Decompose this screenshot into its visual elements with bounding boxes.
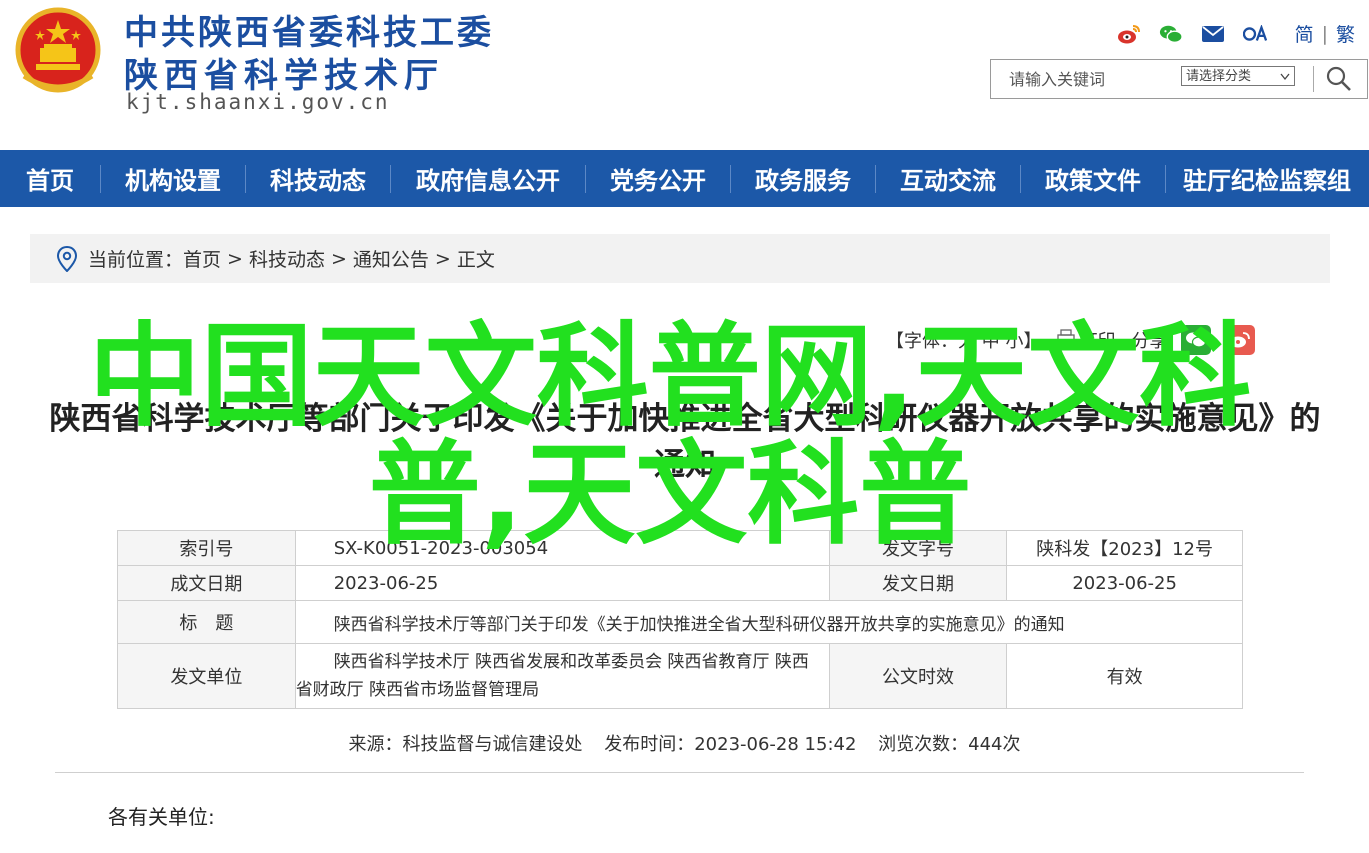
breadcrumb-notices[interactable]: 通知公告 xyxy=(353,245,429,272)
written-date-label: 成文日期 xyxy=(117,565,296,601)
share-label: 分享 xyxy=(1131,331,1168,352)
article-meta: 来源：科技监督与诚信建设处 发布时间：2023-06-28 15:42 浏览次数… xyxy=(0,730,1369,756)
location-pin-icon xyxy=(56,245,78,272)
search-divider xyxy=(1313,66,1314,92)
breadcrumb-current: 正文 xyxy=(456,249,495,271)
docno-label: 发文字号 xyxy=(828,530,1008,566)
table-row: 标 题 陕西省科学技术厅等部门关于印发《关于加快推进全省大型科研仪器开放共享的实… xyxy=(117,600,1244,644)
validity-value: 有效 xyxy=(1006,643,1243,709)
wechat-icon[interactable] xyxy=(1159,22,1183,46)
subject-label: 标 题 xyxy=(117,600,296,644)
chevron-down-icon xyxy=(1280,67,1290,94)
mail-icon[interactable] xyxy=(1201,22,1225,46)
breadcrumb-label: 当前位置： xyxy=(88,249,184,271)
breadcrumb-separator: > xyxy=(434,247,451,270)
article-title: 陕西省科学技术厅等部门关于印发《关于加快推进全省大型科研仪器开放共享的实施意见》… xyxy=(49,401,1321,483)
index-label: 索引号 xyxy=(117,530,296,566)
written-date-value: 2023-06-25 xyxy=(294,565,830,601)
nav-item-services[interactable]: 政务服务 xyxy=(731,161,875,196)
search-icon xyxy=(1326,66,1351,91)
article-view-count: 浏览次数：444次 xyxy=(878,734,1021,755)
main-nav: 首页 机构设置 科技动态 政府信息公开 党务公开 政务服务 互动交流 政策文件 … xyxy=(0,150,1369,207)
print-icon[interactable] xyxy=(1057,328,1076,352)
article-salutation: 各有关单位: xyxy=(108,805,215,829)
org-name-line1: 中共陕西省委科技工委 xyxy=(124,13,494,53)
content-divider xyxy=(55,772,1304,773)
article-source: 来源：科技监督与诚信建设处 xyxy=(348,734,583,755)
search-box: 请选择分类 xyxy=(990,59,1368,99)
breadcrumb-separator: > xyxy=(227,247,243,270)
issuer-value: 陕西省科学技术厅 陕西省发展和改革委员会 陕西省教育厅 陕西 省财政厅 陕西省市… xyxy=(294,643,830,709)
nav-item-home[interactable]: 首页 xyxy=(0,161,100,196)
nav-item-news[interactable]: 科技动态 xyxy=(246,161,390,196)
national-emblem-logo xyxy=(14,6,102,98)
table-row: 成文日期 2023-06-25 发文日期 2023-06-25 xyxy=(117,565,1243,601)
weibo-share-icon[interactable] xyxy=(1225,325,1256,355)
issued-date-value: 2023-06-25 xyxy=(1006,565,1243,601)
print-link[interactable]: 打印 xyxy=(1079,327,1115,353)
category-select-value: 请选择分类 xyxy=(1186,69,1252,84)
weibo-icon[interactable] xyxy=(1117,22,1141,46)
search-button[interactable] xyxy=(1323,64,1355,94)
lang-divider: | xyxy=(1321,22,1328,45)
breadcrumb: 当前位置： 首页 > 科技动态 > 通知公告 > 正文 xyxy=(30,234,1330,283)
index-value: SX-K0051-2023-003054 xyxy=(294,530,830,566)
issuer-label: 发文单位 xyxy=(117,643,296,709)
nav-item-organization[interactable]: 机构设置 xyxy=(101,161,245,196)
docno-value: 陕科发【2023】12号 xyxy=(1006,530,1243,566)
oa-icon[interactable] xyxy=(1242,22,1267,46)
issued-date-label: 发文日期 xyxy=(828,565,1008,601)
top-links: 简 | 繁 xyxy=(1099,20,1355,47)
nav-item-party-affairs[interactable]: 党务公开 xyxy=(586,161,730,196)
font-size-control[interactable]: 【字体：大 中 小】 xyxy=(886,327,1041,353)
nav-item-policies[interactable]: 政策文件 xyxy=(1021,161,1165,196)
lang-simplified-link[interactable]: 简 xyxy=(1295,20,1314,47)
article-publish-time: 发布时间：2023-06-28 15:42 xyxy=(604,734,857,755)
table-row: 索引号 SX-K0051-2023-003054 发文字号 陕科发【2023】1… xyxy=(117,530,1243,566)
table-row: 发文单位 陕西省科学技术厅 陕西省发展和改革委员会 陕西省教育厅 陕西 省财政厅… xyxy=(117,643,1243,709)
issuer-value-line1: 陕西省科学技术厅 陕西省发展和改革委员会 陕西省教育厅 陕西 xyxy=(333,652,809,672)
category-select[interactable]: 请选择分类 xyxy=(1181,66,1295,86)
nav-item-interaction[interactable]: 互动交流 xyxy=(876,161,1020,196)
breadcrumb-separator: > xyxy=(330,247,347,270)
nav-item-inspection[interactable]: 驻厅纪检监察组 xyxy=(1166,161,1368,196)
issuer-value-line2: 省财政厅 陕西省市场监督管理局 xyxy=(295,680,540,700)
breadcrumb-home[interactable]: 首页 xyxy=(183,245,221,272)
wechat-share-icon[interactable] xyxy=(1181,325,1212,355)
subject-value: 陕西省科学技术厅等部门关于印发《关于加快推进全省大型科研仪器开放共享的实施意见》… xyxy=(294,600,1244,644)
breadcrumb-news[interactable]: 科技动态 xyxy=(249,245,325,272)
site-domain: kjt.shaanxi.gov.cn xyxy=(126,90,390,114)
document-info-table: 索引号 SX-K0051-2023-003054 发文字号 陕科发【2023】1… xyxy=(117,530,1244,709)
nav-item-gov-info[interactable]: 政府信息公开 xyxy=(391,161,585,196)
lang-traditional-link[interactable]: 繁 xyxy=(1336,20,1355,47)
search-input[interactable] xyxy=(991,60,1191,98)
validity-label: 公文时效 xyxy=(828,643,1008,709)
article-tools: 【字体：大 中 小】 打印 分享 xyxy=(886,325,1256,355)
